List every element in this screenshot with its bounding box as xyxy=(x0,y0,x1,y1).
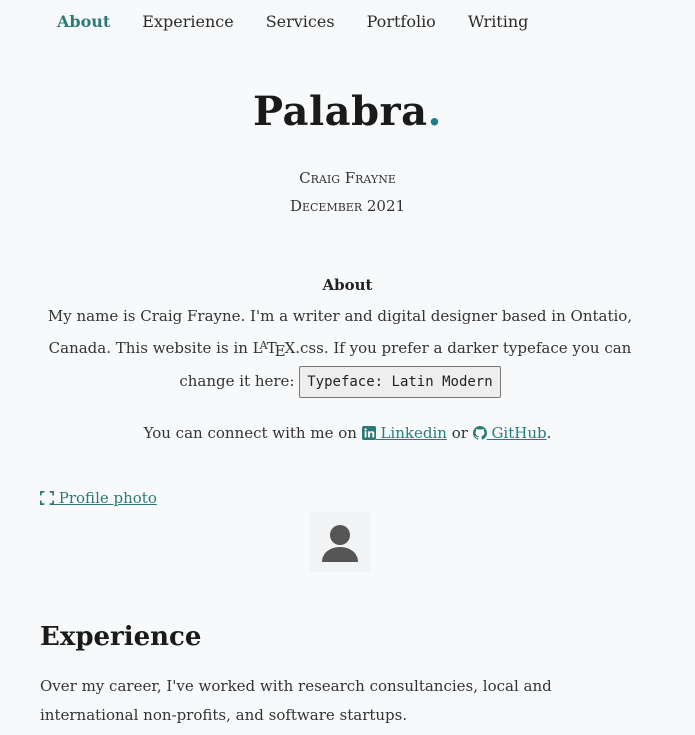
site-title: Palabra. xyxy=(0,88,695,135)
linkedin-label: Linkedin xyxy=(375,424,447,442)
nav-item-experience[interactable]: Experience xyxy=(142,8,233,36)
site-title-text: Palabra xyxy=(253,88,428,135)
connect-suffix: . xyxy=(546,424,552,442)
typeface-toggle-button[interactable]: Typeface: Latin Modern xyxy=(299,366,501,398)
nav-item-about[interactable]: About xyxy=(57,8,110,36)
nav-item-writing[interactable]: Writing xyxy=(468,8,529,36)
experience-heading: Experience xyxy=(40,622,202,652)
profile-photo-link[interactable]: Profile photo xyxy=(40,489,157,507)
connect-or: or xyxy=(446,424,473,442)
linkedin-icon xyxy=(361,426,376,440)
site-title-dot: . xyxy=(427,88,442,135)
nav-item-services[interactable]: Services xyxy=(266,8,335,36)
avatar xyxy=(310,512,370,572)
github-label: GitHub xyxy=(486,424,547,442)
connect-prefix: You can connect with me on xyxy=(143,424,362,442)
about-heading: About xyxy=(322,276,373,294)
github-link[interactable]: GitHub xyxy=(472,424,547,442)
profile-photo-label: Profile photo xyxy=(54,489,157,507)
broken-image-icon xyxy=(40,491,54,505)
author-name: Craig Frayne xyxy=(299,169,396,187)
linkedin-link[interactable]: Linkedin xyxy=(361,424,447,442)
person-icon xyxy=(322,525,358,562)
about-paragraph: My name is Craig Frayne. I'm a writer an… xyxy=(40,302,640,398)
top-nav: About Experience Services Portfolio Writ… xyxy=(57,8,560,36)
experience-paragraph: Over my career, I've worked with researc… xyxy=(40,677,552,724)
nav-item-portfolio[interactable]: Portfolio xyxy=(367,8,436,36)
connect-line: You can connect with me on Linkedin or G… xyxy=(0,424,695,442)
publish-date: December 2021 xyxy=(289,197,406,215)
github-icon xyxy=(472,426,487,440)
latex-logo: LATEX xyxy=(252,339,296,360)
